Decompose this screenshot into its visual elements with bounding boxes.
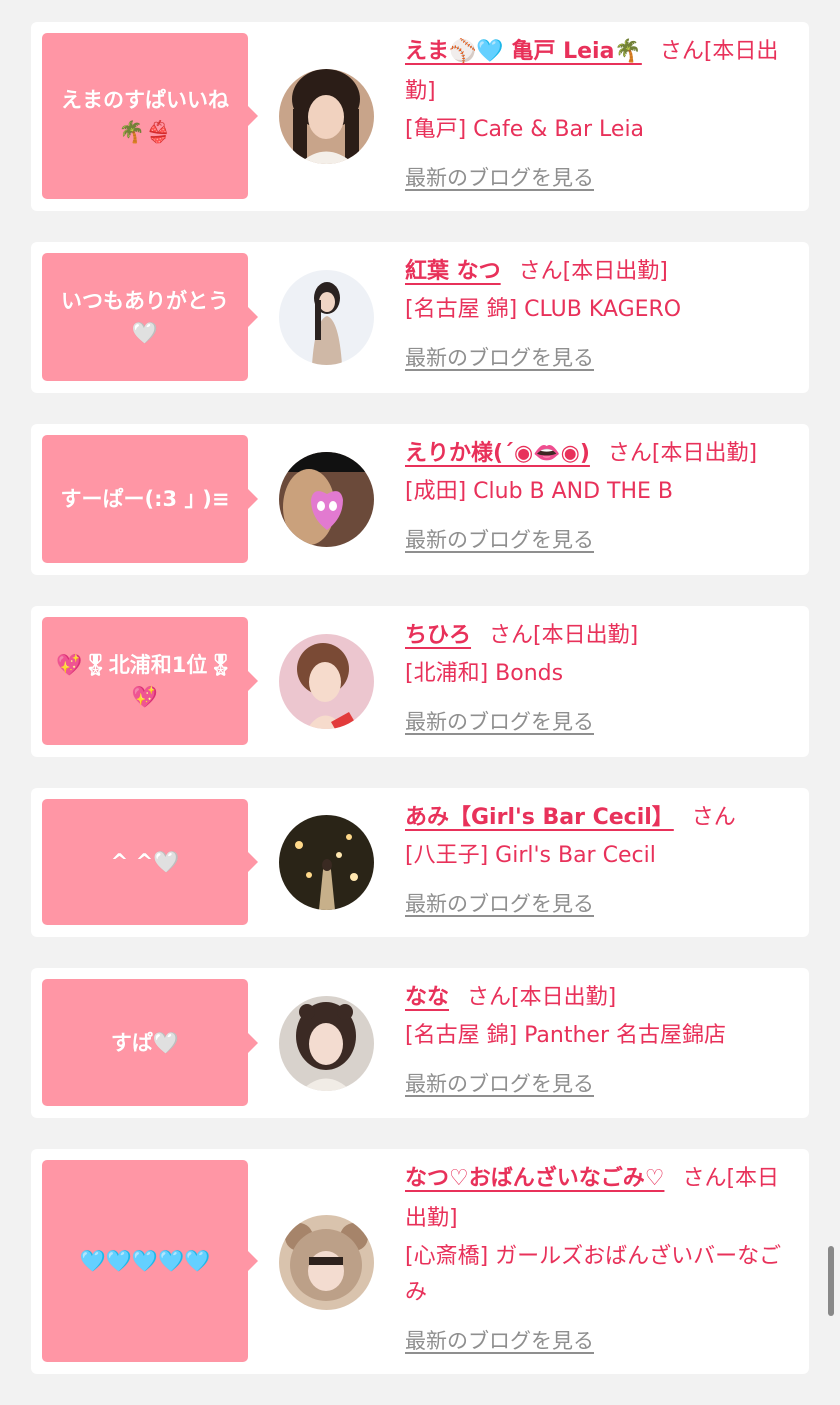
comment-text: ^ ^🤍 xyxy=(110,850,180,874)
blog-link[interactable]: 最新のブログを見る xyxy=(405,158,594,198)
post-info: えりか様(´◉👄◉) さん[本日出勤] [成田] Club B AND THE B… xyxy=(405,434,797,561)
cast-name-link[interactable]: えま⚾🩵 亀戸 Leia🌴 xyxy=(405,39,642,64)
avatar[interactable] xyxy=(279,270,374,365)
shop-name: [北浦和] Bonds xyxy=(405,661,564,686)
cast-name-link[interactable]: 紅葉 なつ xyxy=(405,259,501,284)
cast-name-link[interactable]: ちひろ xyxy=(405,623,471,648)
avatar[interactable] xyxy=(279,996,374,1091)
comment-text: 💖🎖北浦和1位🎖💖 xyxy=(55,653,235,709)
shop-name: [心斎橋] ガールズおばんざいバーなごみ xyxy=(405,1244,782,1305)
scrollbar[interactable] xyxy=(828,1246,834,1316)
comment-text: すぱ🤍 xyxy=(110,1030,180,1055)
comment-text: えまのすぱいいね🌴👙 xyxy=(61,88,229,144)
blog-link[interactable]: 最新のブログを見る xyxy=(405,702,594,742)
post-card: いつもありがとう🤍 紅葉 なつ さん[本日出勤] [名古屋 錦] CLUB KAG… xyxy=(31,242,809,393)
avatar[interactable] xyxy=(279,815,374,910)
post-list: えまのすぱいいね🌴👙 えま⚾🩵 亀戸 Leia🌴 さん[本日出勤] [亀戸] Ca… xyxy=(31,22,809,1405)
cast-status: さん[本日出勤] xyxy=(467,985,617,1010)
post-card: えまのすぱいいね🌴👙 えま⚾🩵 亀戸 Leia🌴 さん[本日出勤] [亀戸] Ca… xyxy=(31,22,809,211)
comment-text: すーぱー(:3 ｣ )≡ xyxy=(60,487,230,511)
blog-link[interactable]: 最新のブログを見る xyxy=(405,520,594,560)
comment-bubble: えまのすぱいいね🌴👙 xyxy=(42,33,258,199)
cast-name-link[interactable]: えりか様(´◉👄◉) xyxy=(405,441,590,466)
avatar-image xyxy=(279,1215,374,1310)
post-card: 🩵🩵🩵🩵🩵 なつ♡おばんざいなごみ♡ さん[本日出勤] [心斎橋] ガールズおばん… xyxy=(31,1149,809,1374)
shop-name: [八王子] Girl's Bar Cecil xyxy=(405,843,656,868)
cast-name-link[interactable]: なつ♡おばんざいなごみ♡ xyxy=(405,1166,664,1191)
avatar-image xyxy=(279,452,374,547)
comment-bubble: すぱ🤍 xyxy=(42,979,258,1106)
blog-link[interactable]: 最新のブログを見る xyxy=(405,338,594,378)
shop-name: [成田] Club B AND THE B xyxy=(405,479,674,504)
avatar-image xyxy=(279,815,374,910)
shop-name: [名古屋 錦] CLUB KAGERO xyxy=(405,297,682,322)
comment-bubble: 💖🎖北浦和1位🎖💖 xyxy=(42,617,258,745)
blog-link[interactable]: 最新のブログを見る xyxy=(405,884,594,924)
cast-status: さん[本日出勤] xyxy=(489,623,639,648)
avatar-image xyxy=(279,634,374,729)
post-info: あみ【Girl's Bar Cecil】 さん [八王子] Girl's Bar … xyxy=(405,798,797,925)
blog-link[interactable]: 最新のブログを見る xyxy=(405,1064,594,1104)
avatar[interactable] xyxy=(279,452,374,547)
comment-text: いつもありがとう🤍 xyxy=(61,289,229,345)
post-card: すーぱー(:3 ｣ )≡ えりか様(´◉👄◉) さん[本日出勤] [成田] Clu… xyxy=(31,424,809,575)
blog-link[interactable]: 最新のブログを見る xyxy=(405,1321,594,1361)
avatar[interactable] xyxy=(279,69,374,164)
avatar-image xyxy=(279,270,374,365)
post-info: 紅葉 なつ さん[本日出勤] [名古屋 錦] CLUB KAGERO 最新のブログ… xyxy=(405,252,797,379)
avatar[interactable] xyxy=(279,634,374,729)
cast-status: さん[本日出勤] xyxy=(607,441,758,466)
comment-text: 🩵🩵🩵🩵🩵 xyxy=(79,1249,211,1273)
post-info: ちひろ さん[本日出勤] [北浦和] Bonds 最新のブログを見る xyxy=(405,616,797,743)
avatar-image xyxy=(279,996,374,1091)
post-card: すぱ🤍 なな さん[本日出勤] [名古屋 錦] Panther 名古屋錦店 最新の… xyxy=(31,968,809,1118)
cast-status: さん[本日出勤] xyxy=(518,259,668,284)
cast-status: さん xyxy=(691,805,736,830)
avatar-image xyxy=(279,69,374,164)
comment-bubble: すーぱー(:3 ｣ )≡ xyxy=(42,435,258,563)
cast-name-link[interactable]: あみ【Girl's Bar Cecil】 xyxy=(405,805,674,830)
comment-bubble: 🩵🩵🩵🩵🩵 xyxy=(42,1160,258,1362)
cast-name-link[interactable]: なな xyxy=(405,985,449,1010)
comment-bubble: ^ ^🤍 xyxy=(42,799,258,925)
shop-name: [亀戸] Cafe & Bar Leia xyxy=(405,117,645,142)
post-info: えま⚾🩵 亀戸 Leia🌴 さん[本日出勤] [亀戸] Cafe & Bar Le… xyxy=(405,32,797,199)
post-info: なな さん[本日出勤] [名古屋 錦] Panther 名古屋錦店 最新のブログを… xyxy=(405,978,797,1105)
avatar[interactable] xyxy=(279,1215,374,1310)
post-card: ^ ^🤍 あみ【Girl's Bar Cecil】 さん [八王子] Girl's… xyxy=(31,788,809,937)
shop-name: [名古屋 錦] Panther 名古屋錦店 xyxy=(405,1023,726,1048)
post-info: なつ♡おばんざいなごみ♡ さん[本日出勤] [心斎橋] ガールズおばんざいバーなご… xyxy=(405,1159,797,1362)
post-card: 💖🎖北浦和1位🎖💖 ちひろ さん[本日出勤] [北浦和] Bonds 最新のブログ… xyxy=(31,606,809,757)
comment-bubble: いつもありがとう🤍 xyxy=(42,253,258,381)
